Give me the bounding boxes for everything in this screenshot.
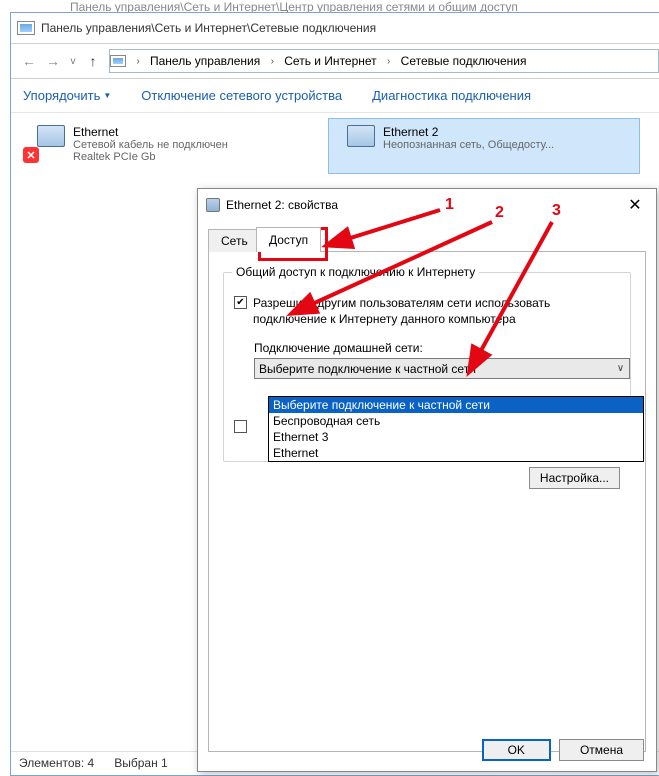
- dropdown-option-2[interactable]: Ethernet 3: [269, 429, 643, 445]
- dropdown-option-3[interactable]: Ethernet: [269, 445, 643, 461]
- dropdown-option-1[interactable]: Беспроводная сеть: [269, 413, 643, 429]
- home-network-dropdown: Выберите подключение к частной сети Бесп…: [268, 396, 644, 462]
- tab-sharing[interactable]: Доступ: [256, 227, 321, 252]
- dropdown-option-0[interactable]: Выберите подключение к частной сети: [269, 397, 643, 413]
- annotation-arrows: [0, 0, 659, 776]
